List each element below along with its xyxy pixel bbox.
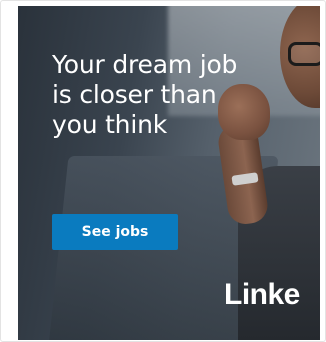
see-jobs-button[interactable]: See jobs bbox=[52, 214, 178, 250]
linkedin-ad-banner[interactable]: Your dream job is closer than you think … bbox=[18, 6, 320, 340]
linkedin-logo-text: Linke bbox=[224, 278, 300, 311]
eyeglasses bbox=[288, 42, 320, 66]
ad-headline: Your dream job is closer than you think bbox=[52, 50, 238, 139]
